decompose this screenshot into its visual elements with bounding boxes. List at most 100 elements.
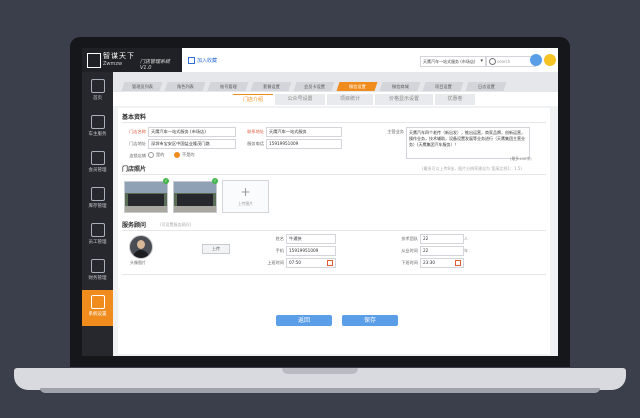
content-panel: 基本资料 门店名称 天鹰汽车一站式服务 (市场店) 联系地址 天鹰汽车一站式服务… [118, 108, 550, 354]
divider [122, 274, 546, 275]
save-button[interactable]: 保存 [342, 315, 398, 326]
start-time-label: 上班时间 [267, 260, 284, 265]
tech-team-unit: 人 [464, 236, 468, 241]
system-name: 门店管理系统 V1.0 [140, 59, 171, 71]
hotline-label: 服务电话 [247, 141, 264, 146]
calendar-icon [455, 260, 461, 266]
divider [122, 174, 546, 175]
avatar-caption: 头像图片 [130, 260, 146, 265]
tab-role-list[interactable]: 角色列表 [164, 82, 206, 91]
radio-circle-icon [148, 152, 154, 158]
upload-photo-button[interactable]: + 上传图片 [222, 180, 269, 213]
advisor-name-input[interactable]: 牛通快 [286, 234, 336, 244]
intro-textarea[interactable]: 天鹰汽车四个老传（新出发），推出运营，商家品牌，创新运营，操作业务，技术辅助，设… [406, 127, 530, 159]
address-input[interactable]: 深圳市宝安区中国盐业隆茂门路 [148, 139, 236, 149]
contact-input[interactable]: 天鹰汽车一站式服务 [266, 127, 342, 137]
message-icon[interactable] [530, 54, 542, 66]
subtab-price-display[interactable]: 价格显示设置 [375, 94, 433, 105]
laptop-foot [40, 388, 600, 393]
tech-team-input[interactable]: 22 [420, 234, 464, 244]
advisor-name-label: 姓名 [275, 236, 284, 241]
radio-no[interactable]: 不是的 [174, 152, 195, 158]
check-icon: ✓ [163, 178, 169, 184]
radio-yes[interactable]: 是的 [148, 152, 164, 158]
tab-bar: 管理员列表 角色列表 账号管理 套餐设置 会员卡设置 微信设置 微信商城 项目设… [113, 72, 558, 92]
inventory-icon [90, 187, 105, 201]
intro-counter: (最多100字) [510, 156, 532, 161]
staff-icon [90, 223, 105, 237]
sidebar-item-settings[interactable]: 系统设置 [82, 290, 113, 326]
end-time-label: 下班时间 [401, 260, 418, 265]
sidebar: 首页 车主服务 会员管理 库存管理 员工管理 财务管理 系统设置 [82, 72, 113, 356]
member-icon [90, 151, 105, 165]
sidebar-item-member[interactable]: 会员管理 [82, 146, 113, 182]
search-input[interactable]: search [486, 56, 536, 67]
address-label: 门店地址 [129, 141, 146, 146]
store-name-label: 门店名称 [129, 129, 146, 134]
tab-admin-list[interactable]: 管理员列表 [121, 82, 163, 91]
start-time-input[interactable]: 07:50 [286, 258, 336, 268]
store-photo[interactable] [124, 181, 168, 213]
chain-store-label: 连锁店铺 [129, 153, 146, 158]
bookmark-icon [188, 57, 195, 64]
photos-hint: (最多可以上传8张，图片分辨率建议为 宽高比例1：1.5) [422, 166, 522, 171]
home-icon [90, 79, 105, 93]
sidebar-item-inventory[interactable]: 库存管理 [82, 182, 113, 218]
photos-title: 门店照片 [122, 166, 147, 173]
sub-tab-bar: 门店介绍 公众号设置 项目统计 价格显示设置 优惠卷 [113, 92, 558, 106]
tab-project[interactable]: 项目设置 [422, 82, 464, 91]
logo-text: 智谋天下 [103, 52, 135, 60]
settings-icon [90, 295, 105, 309]
advisor-phone-label: 手机 [275, 248, 284, 253]
logo: 智谋天下 Zwmzw 门店管理系统 V1.0 [82, 48, 182, 72]
check-icon: ✓ [212, 178, 218, 184]
radio-circle-selected-icon [174, 152, 180, 158]
contact-label: 联系地址 [247, 129, 264, 134]
tab-log[interactable]: 日志设置 [465, 82, 507, 91]
intro-label: 主营业务 [387, 129, 404, 134]
advisor-avatar[interactable] [129, 235, 153, 259]
sidebar-item-finance[interactable]: 财务管理 [82, 254, 113, 290]
tab-package[interactable]: 套餐设置 [250, 82, 292, 91]
collect-link[interactable]: 加入收藏 [188, 57, 217, 64]
hotline-input[interactable]: 15919951009 [266, 139, 342, 149]
basic-info-title: 基本资料 [122, 114, 147, 121]
upload-avatar-button[interactable]: 上传 [202, 244, 230, 254]
plus-icon: + [240, 185, 251, 199]
tab-wechat[interactable]: 微信设置 [336, 82, 378, 91]
advisor-title: 服务顾问 [122, 222, 147, 229]
store-select[interactable]: 天鹰汽车一站式服务 (市场店) ▾ [420, 56, 486, 67]
search-icon [489, 58, 496, 65]
tab-wechat-mall[interactable]: 微信商城 [379, 82, 421, 91]
tab-member-card[interactable]: 会员卡设置 [293, 82, 335, 91]
subtab-official-account[interactable]: 公众号设置 [275, 94, 325, 105]
logo-mark-icon [87, 53, 101, 68]
tab-account[interactable]: 账号管理 [207, 82, 249, 91]
store-name-input[interactable]: 天鹰汽车一站式服务 (市场店) [148, 127, 236, 137]
advisor-phone-input[interactable]: 15919951009 [286, 246, 336, 256]
store-photo[interactable] [173, 181, 217, 213]
finance-icon [90, 259, 105, 273]
years-label: 从业时间 [401, 248, 418, 253]
back-button[interactable]: 返回 [276, 315, 332, 326]
chevron-down-icon: ▾ [480, 58, 483, 64]
years-unit: 年 [464, 248, 468, 253]
divider [122, 122, 546, 123]
laptop-notch [282, 368, 358, 374]
user-avatar-icon[interactable] [544, 54, 556, 66]
calendar-icon [327, 260, 333, 266]
subtab-project-stats[interactable]: 项目统计 [327, 94, 373, 105]
tech-team-label: 技术团队 [401, 236, 418, 241]
top-bar: 智谋天下 Zwmzw 门店管理系统 V1.0 加入收藏 天鹰汽车一站式服务 (市… [82, 48, 558, 73]
advisor-subtitle: (可设置服务顾问) [160, 222, 192, 227]
logo-subtext: Zwmzw [103, 61, 123, 67]
sidebar-item-home[interactable]: 首页 [82, 74, 113, 110]
sidebar-item-staff[interactable]: 员工管理 [82, 218, 113, 254]
end-time-input[interactable]: 23:30 [420, 258, 464, 268]
app-screen: 智谋天下 Zwmzw 门店管理系统 V1.0 加入收藏 天鹰汽车一站式服务 (市… [82, 48, 558, 356]
subtab-store-intro[interactable]: 门店介绍 [233, 94, 273, 106]
subtab-coupon[interactable]: 优惠卷 [435, 94, 475, 105]
divider [122, 230, 546, 231]
sidebar-item-car-owner[interactable]: 车主服务 [82, 110, 113, 146]
years-input[interactable]: 22 [420, 246, 464, 256]
